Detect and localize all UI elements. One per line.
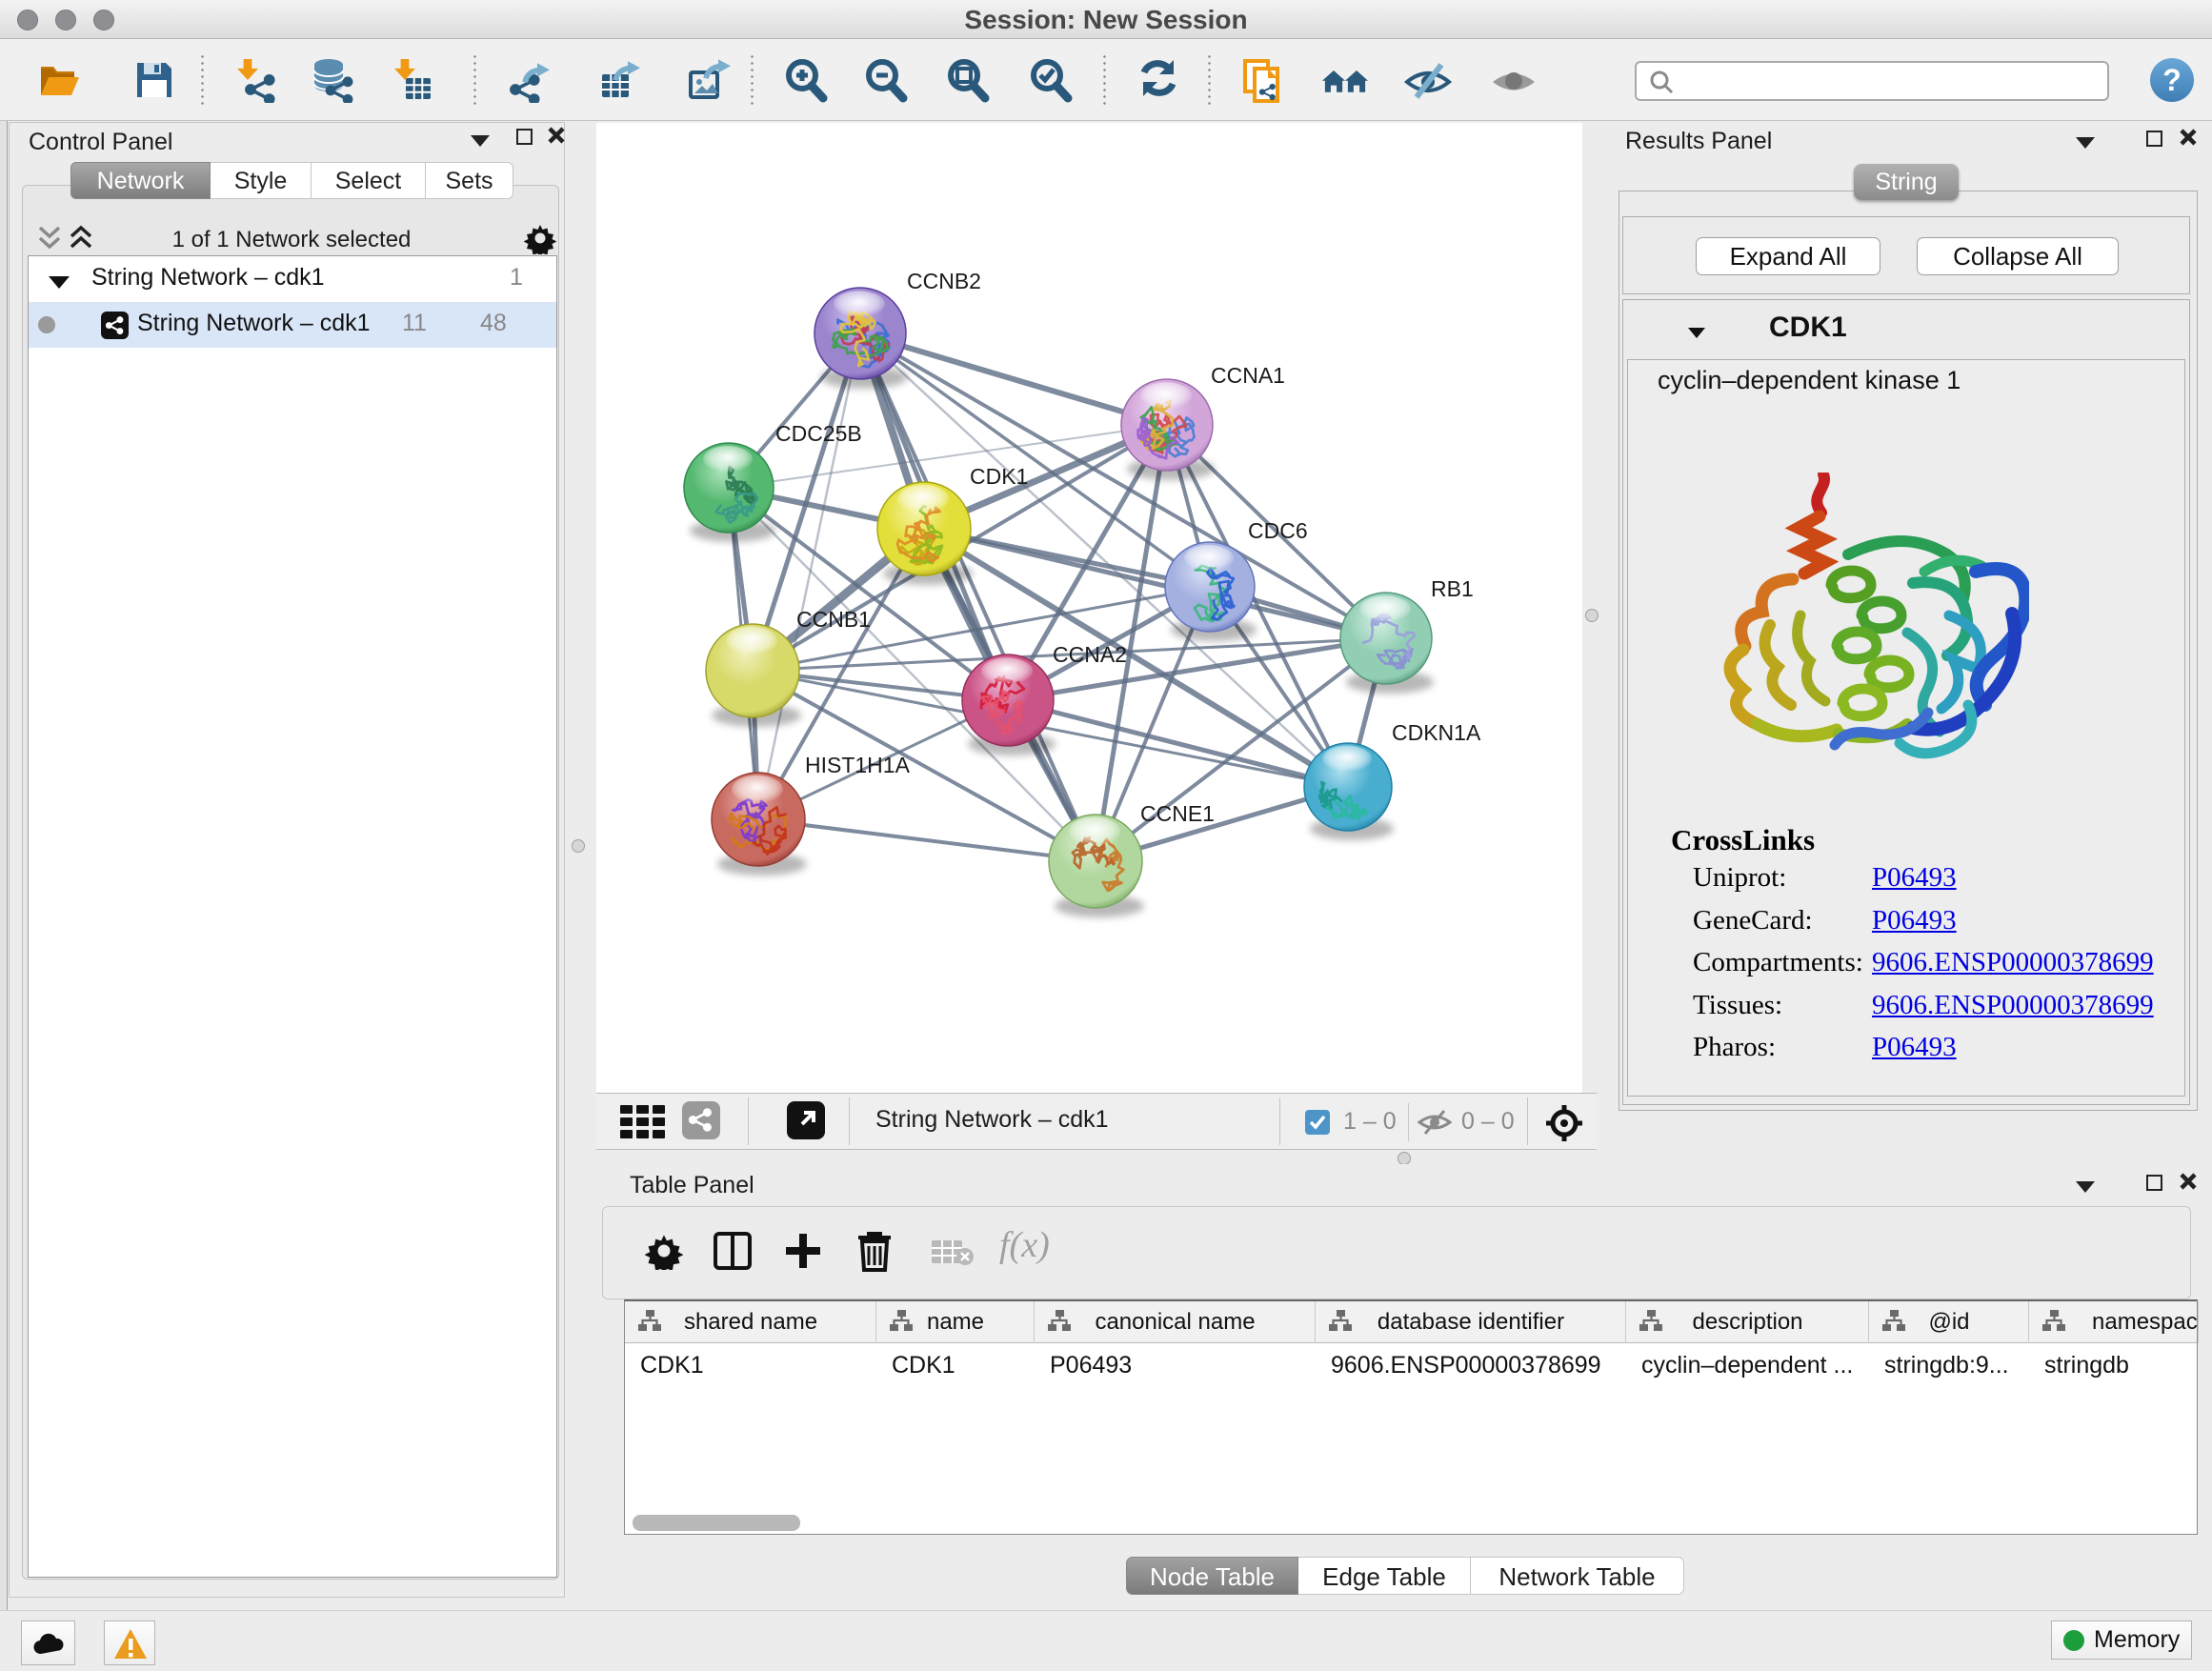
- svg-text:CCNB2: CCNB2: [907, 269, 981, 293]
- svg-text:HIST1H1A: HIST1H1A: [805, 753, 911, 777]
- svg-text:CCNB1: CCNB1: [796, 607, 871, 632]
- svg-text:CCNA2: CCNA2: [1053, 642, 1127, 667]
- svg-text:CDC25B: CDC25B: [775, 421, 862, 446]
- svg-text:RB1: RB1: [1431, 576, 1474, 601]
- svg-text:CDKN1A: CDKN1A: [1392, 720, 1481, 745]
- svg-text:CDK1: CDK1: [970, 464, 1028, 489]
- svg-text:CDC6: CDC6: [1248, 518, 1308, 543]
- svg-text:CCNA1: CCNA1: [1211, 363, 1285, 388]
- svg-text:CCNE1: CCNE1: [1140, 801, 1215, 826]
